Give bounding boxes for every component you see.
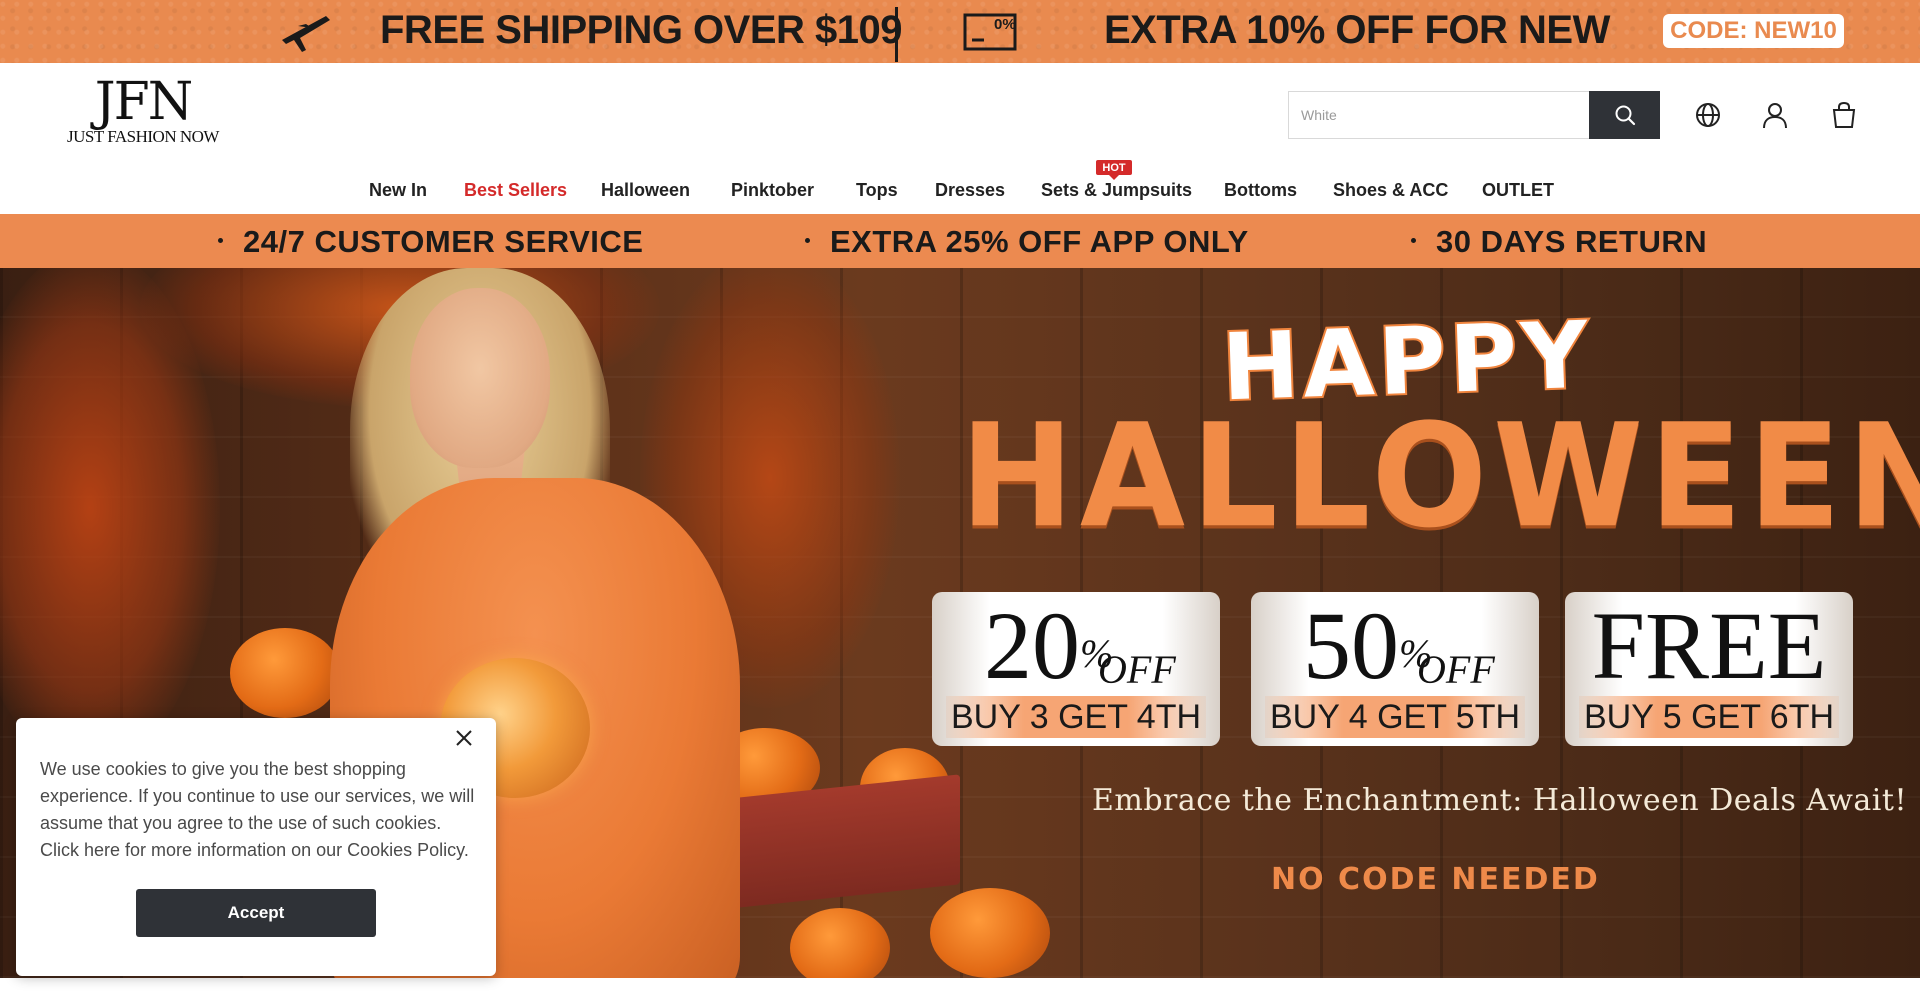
svg-text:0%: 0% (994, 16, 1016, 33)
deal-number: 20 (984, 592, 1080, 699)
site-logo[interactable]: JFN JUST FASHION NOW (58, 76, 228, 146)
service-item: EXTRA 25% OFF APP ONLY (805, 224, 1249, 260)
service-label: 24/7 CUSTOMER SERVICE (243, 224, 644, 259)
divider (895, 7, 898, 62)
extra-discount-text: EXTRA 10% OFF FOR NEW (1104, 8, 1610, 52)
logo-mark: JFN (94, 72, 193, 132)
nav-item-shoes-acc[interactable]: Shoes & ACC (1333, 180, 1448, 201)
deal-card[interactable]: 20% OFF BUY 3 GET 4TH (932, 592, 1220, 746)
account-button[interactable] (1760, 100, 1790, 130)
close-button[interactable] (452, 726, 476, 750)
free-shipping-text: FREE SHIPPING OVER $109 (380, 8, 903, 52)
search-icon (1615, 105, 1635, 126)
deal-card[interactable]: FREE BUY 5 GET 6TH (1565, 592, 1853, 746)
service-item: 24/7 CUSTOMER SERVICE (218, 224, 643, 260)
nav-item-sets-jumpsuits[interactable]: Sets & Jumpsuits (1041, 180, 1192, 201)
search-field[interactable] (1288, 91, 1590, 139)
deal-condition: BUY 5 GET 6TH (1579, 696, 1839, 738)
globe-icon (1696, 103, 1720, 127)
service-label: EXTRA 25% OFF APP ONLY (830, 224, 1249, 259)
close-icon (456, 730, 472, 746)
nav-item-bottoms[interactable]: Bottoms (1224, 180, 1297, 201)
pumpkin (930, 888, 1050, 978)
promo-code-badge[interactable]: CODE: NEW10 (1663, 14, 1844, 48)
deal-value: FREE (1591, 592, 1827, 699)
shopping-bag-icon (1832, 101, 1856, 128)
airplane-icon (282, 16, 330, 52)
language-button[interactable] (1693, 100, 1723, 130)
halloween-headline: HALLOWEEN (960, 394, 1920, 560)
nav-item-tops[interactable]: Tops (856, 180, 898, 201)
deal-off: OFF (1417, 647, 1495, 692)
deal-condition: BUY 3 GET 4TH (946, 696, 1206, 738)
nav-item-best-sellers[interactable]: Best Sellers (464, 180, 567, 201)
nav-item-outlet[interactable]: OUTLET (1482, 180, 1554, 201)
bullet (218, 238, 223, 244)
bullet (1411, 238, 1416, 244)
model-face (410, 288, 550, 468)
deal-value: 50% (1251, 596, 1539, 696)
deal-off: OFF (1098, 647, 1176, 692)
main-nav: New In Best Sellers Halloween Pinktober … (0, 170, 1920, 214)
user-icon (1763, 103, 1787, 129)
nav-item-halloween[interactable]: Halloween (601, 180, 690, 201)
service-item: 30 DAYS RETURN (1411, 224, 1707, 260)
no-code-note: NO CODE NEEDED (1271, 862, 1600, 897)
bullet (805, 238, 810, 244)
service-strip: 24/7 CUSTOMER SERVICE EXTRA 25% OFF APP … (0, 214, 1920, 268)
deal-condition: BUY 4 GET 5TH (1265, 696, 1525, 738)
nav-item-dresses[interactable]: Dresses (935, 180, 1005, 201)
coupon-icon: 0% (963, 13, 1017, 51)
cookie-message[interactable]: We use cookies to give you the best shop… (40, 756, 480, 864)
nav-item-pinktober[interactable]: Pinktober (731, 180, 814, 201)
logo-subtitle: JUST FASHION NOW (67, 127, 219, 146)
nav-item-new-in[interactable]: New In (369, 180, 427, 201)
search-input[interactable] (1289, 92, 1590, 138)
deal-value: 20% (932, 596, 1220, 696)
deal-number: 50 (1303, 592, 1399, 699)
search-button[interactable] (1589, 91, 1660, 139)
deal-card[interactable]: 50% OFF BUY 4 GET 5TH (1251, 592, 1539, 746)
hot-badge: HOT (1096, 160, 1132, 180)
service-label: 30 DAYS RETURN (1436, 224, 1708, 259)
pumpkin (230, 628, 340, 718)
promo-strip[interactable]: FREE SHIPPING OVER $109 0% EXTRA 10% OFF… (0, 0, 1920, 63)
accept-cookies-button[interactable]: Accept (136, 889, 376, 937)
hero-tagline: Embrace the Enchantment: Halloween Deals… (1092, 783, 1908, 818)
cart-button[interactable] (1829, 100, 1859, 130)
pumpkin (790, 908, 890, 978)
